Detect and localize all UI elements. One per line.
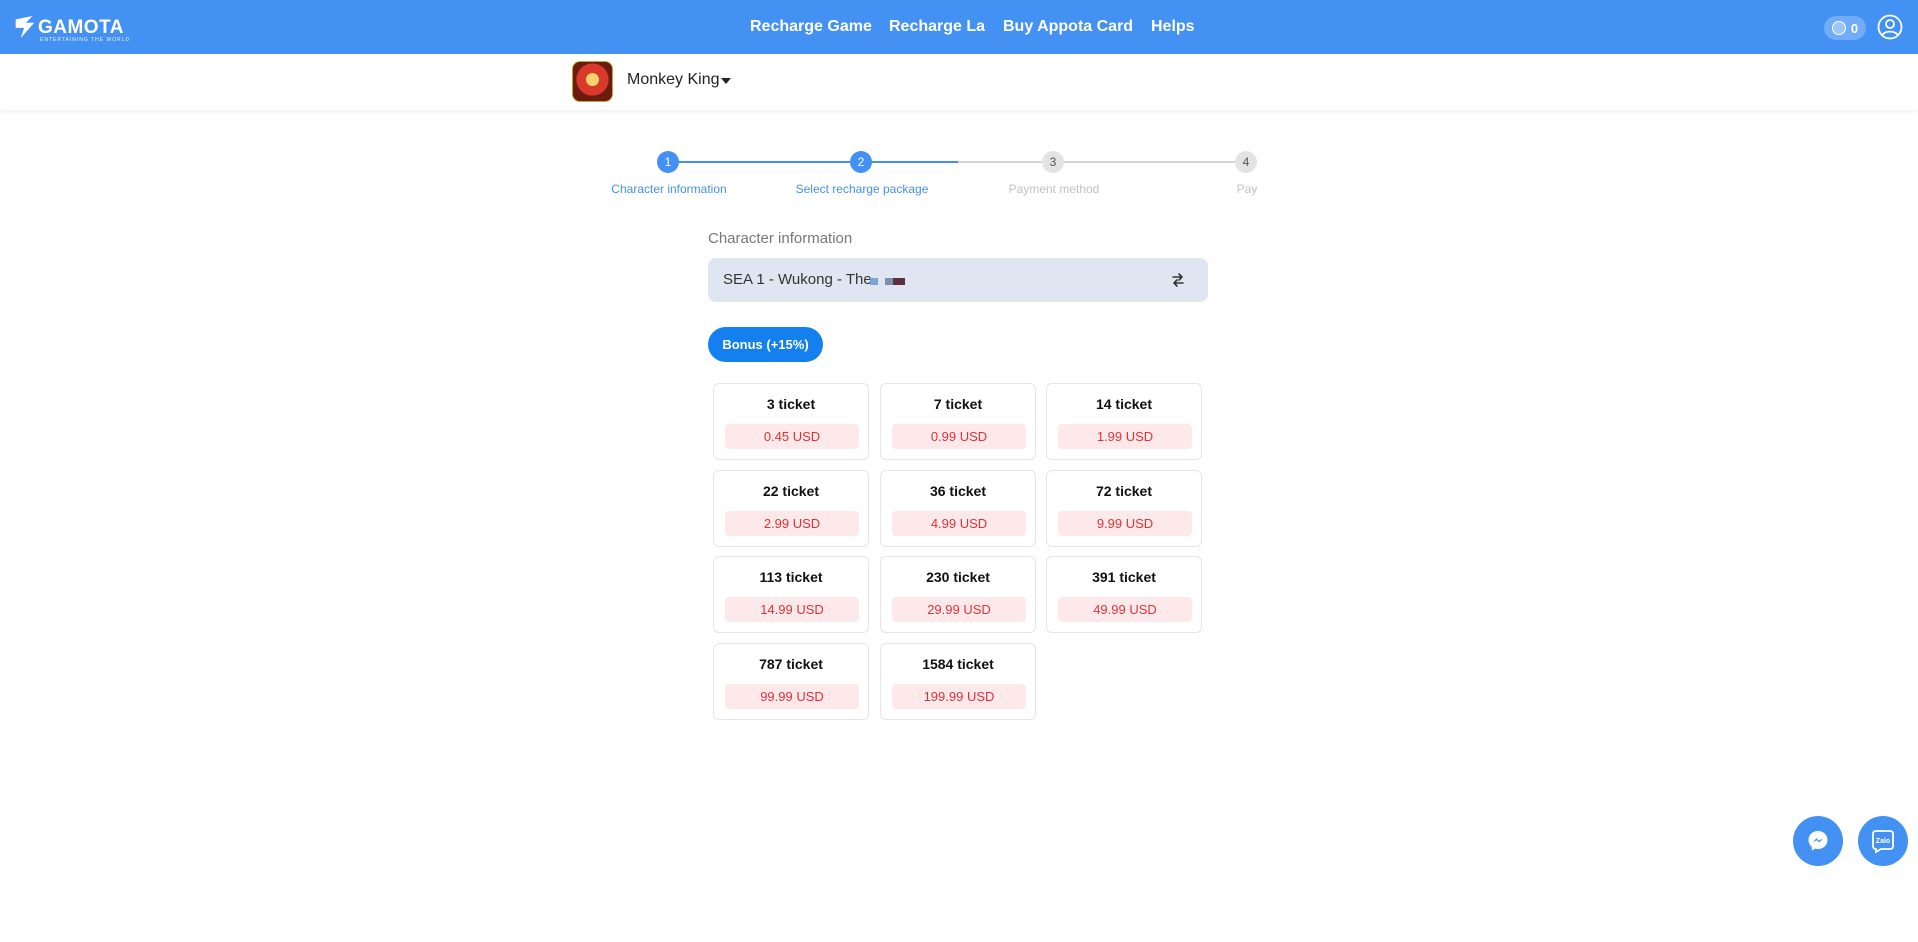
package-name: 230 ticket <box>926 569 990 585</box>
package-price: 2.99 USD <box>725 511 859 536</box>
step-2-dot: 2 <box>850 151 872 173</box>
package-price: 1.99 USD <box>1058 424 1192 449</box>
character-value: SEA 1 - Wukong - The <box>723 271 872 288</box>
nav-recharge-game[interactable]: Recharge Game <box>750 18 872 36</box>
package-name: 72 ticket <box>1095 483 1153 499</box>
redacted-block <box>893 278 905 285</box>
package-card[interactable]: 391 ticket 49.99 USD <box>1046 556 1202 633</box>
stepper-line-done <box>668 161 958 163</box>
package-card[interactable]: 787 ticket 99.99 USD <box>713 643 869 720</box>
nav-helps[interactable]: Helps <box>1151 18 1195 36</box>
package-name: 3 ticket <box>766 396 816 412</box>
package-name: 36 ticket <box>929 483 987 499</box>
nav-buy-appota-card[interactable]: Buy Appota Card <box>1003 18 1133 36</box>
package-price: 0.99 USD <box>892 424 1026 449</box>
package-name: 14 ticket <box>1095 396 1153 412</box>
package-price: 0.45 USD <box>725 424 859 449</box>
package-name: 391 ticket <box>1092 569 1156 585</box>
package-card[interactable]: 36 ticket 4.99 USD <box>880 470 1036 547</box>
package-card[interactable]: 22 ticket 2.99 USD <box>713 470 869 547</box>
package-name: 787 ticket <box>759 656 823 672</box>
zalo-chat-button[interactable]: Zalo <box>1858 816 1908 866</box>
coin-icon <box>1831 21 1846 35</box>
package-name: 1584 ticket <box>922 656 994 672</box>
package-name: 22 ticket <box>762 483 820 499</box>
package-name: 7 ticket <box>933 396 983 412</box>
package-card[interactable]: 14 ticket 1.99 USD <box>1046 383 1202 460</box>
main-nav: Recharge Game Recharge La Buy Appota Car… <box>0 0 1918 54</box>
package-card[interactable]: 1584 ticket 199.99 USD <box>880 643 1036 720</box>
package-card[interactable]: 7 ticket 0.99 USD <box>880 383 1036 460</box>
tab-bonus[interactable]: Bonus (+15%) <box>708 327 823 362</box>
game-name[interactable]: Monkey King <box>627 71 720 89</box>
top-navbar: GAMOTA ENTERTAINING THE WORLD Recharge G… <box>0 0 1918 54</box>
redacted-block <box>885 278 893 285</box>
step-4-dot: 4 <box>1235 151 1257 173</box>
step-1-dot: 1 <box>657 151 679 173</box>
step-2-label: Select recharge package <box>795 182 929 196</box>
package-price: 199.99 USD <box>892 684 1026 709</box>
package-price: 4.99 USD <box>892 511 1026 536</box>
package-card[interactable]: 230 ticket 29.99 USD <box>880 556 1036 633</box>
messenger-chat-button[interactable] <box>1793 816 1843 866</box>
package-price: 49.99 USD <box>1058 597 1192 622</box>
chevron-down-icon[interactable] <box>721 78 731 84</box>
package-card[interactable]: 113 ticket 14.99 USD <box>713 556 869 633</box>
package-name: 113 ticket <box>759 569 823 585</box>
package-price: 14.99 USD <box>725 597 859 622</box>
coin-balance-value: 0 <box>1850 20 1859 36</box>
user-account-icon[interactable] <box>1877 14 1903 40</box>
package-card[interactable]: 72 ticket 9.99 USD <box>1046 470 1202 547</box>
package-card[interactable]: 3 ticket 0.45 USD <box>713 383 869 460</box>
package-price: 29.99 USD <box>892 597 1026 622</box>
coin-balance[interactable]: 0 <box>1824 16 1866 40</box>
nav-recharge-la[interactable]: Recharge La <box>889 18 985 36</box>
character-info-title: Character information <box>708 230 853 247</box>
step-3-label: Payment method <box>1008 182 1100 196</box>
package-price: 99.99 USD <box>725 684 859 709</box>
messenger-icon <box>1808 831 1828 851</box>
redacted-block <box>870 278 878 285</box>
zalo-label: Zalo <box>1875 837 1891 845</box>
character-selector[interactable]: SEA 1 - Wukong - The <box>708 258 1208 302</box>
stepper-line-remaining <box>958 161 1248 163</box>
package-price: 9.99 USD <box>1058 511 1192 536</box>
step-3-dot: 3 <box>1042 151 1064 173</box>
step-4-label: Pay <box>1236 182 1258 196</box>
step-1-label: Character information <box>611 182 727 196</box>
game-thumbnail[interactable] <box>572 61 613 102</box>
game-selector-bar: Monkey King <box>0 54 1918 110</box>
swap-icon[interactable] <box>1170 272 1186 288</box>
